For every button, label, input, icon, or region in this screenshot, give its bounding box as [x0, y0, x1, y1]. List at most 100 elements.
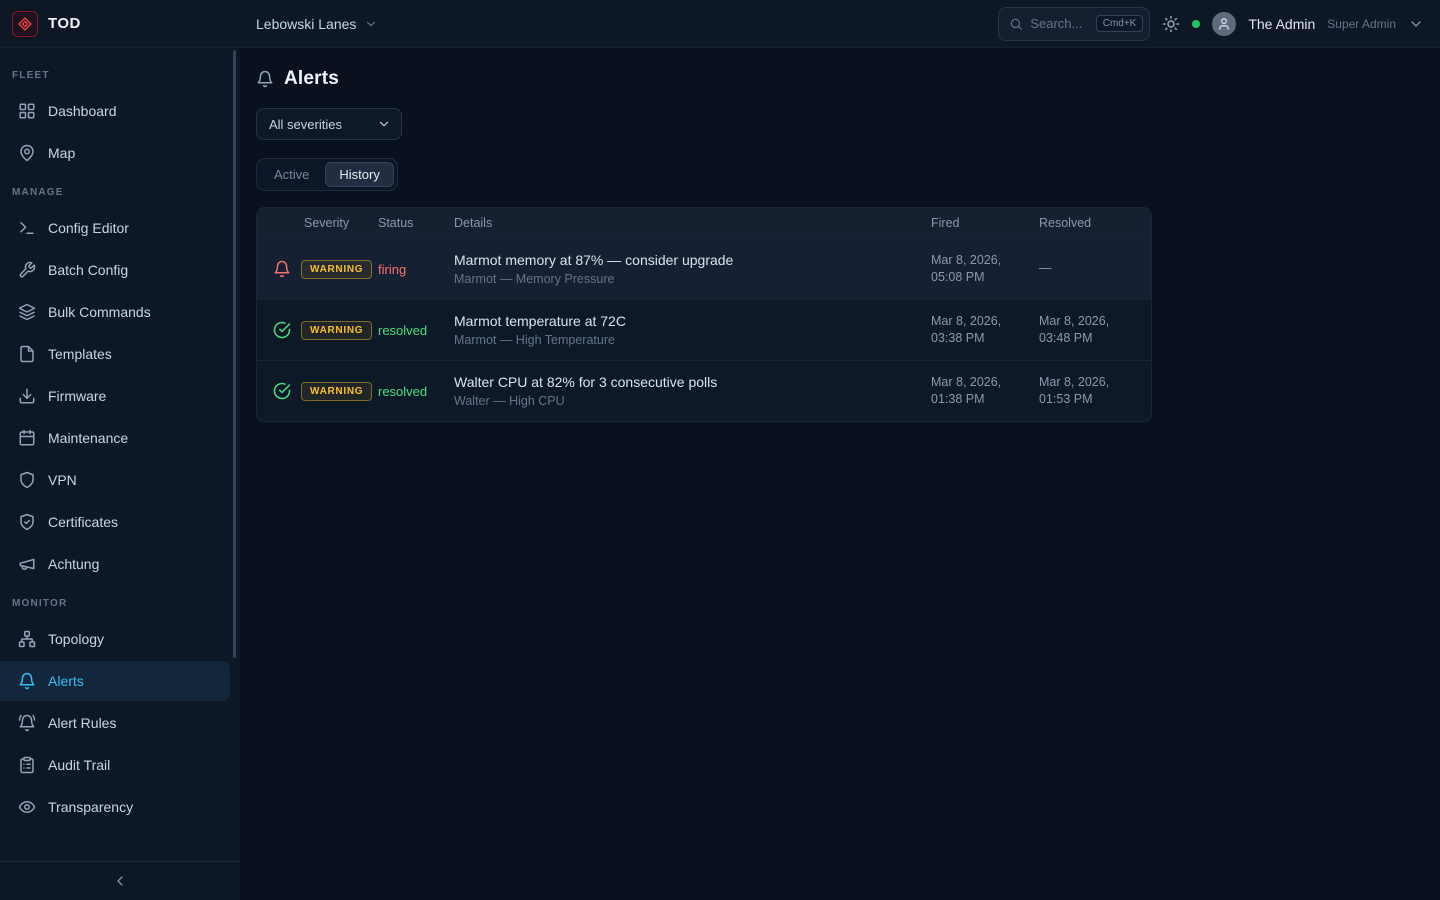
fired-time: Mar 8, 2026, 03:38 PM	[931, 300, 1039, 360]
brand-name: TOD	[48, 15, 81, 32]
chevron-left-icon	[112, 873, 128, 889]
topbar: TOD Lebowski Lanes Cmd+K The Admin Super	[0, 0, 1440, 48]
sidebar-item-label: Alerts	[48, 673, 84, 689]
sidebar-item-label: Maintenance	[48, 430, 128, 446]
sidebar-item-alert-rules[interactable]: Alert Rules	[0, 703, 230, 743]
grid-icon	[18, 102, 36, 120]
alert-title: Walter CPU at 82% for 3 consecutive poll…	[454, 374, 717, 390]
sidebar-item-label: Dashboard	[48, 103, 117, 119]
alert-subtitle: Walter — High CPU	[454, 394, 565, 408]
search-input[interactable]	[1030, 16, 1088, 31]
severity-badge: WARNING	[301, 382, 372, 401]
section-label-fleet: FLEET	[0, 58, 240, 89]
sidebar-scrollbar[interactable]	[233, 50, 236, 658]
column-header-severity: Severity	[257, 208, 378, 238]
severity-badge: WARNING	[301, 260, 372, 279]
details-cell: Walter CPU at 82% for 3 consecutive poll…	[454, 361, 931, 421]
check-circle-icon	[273, 382, 291, 400]
sidebar-item-label: Achtung	[48, 556, 99, 572]
sidebar-item-topology[interactable]: Topology	[0, 619, 230, 659]
sidebar-item-achtung[interactable]: Achtung	[0, 544, 230, 584]
sidebar-item-maintenance[interactable]: Maintenance	[0, 418, 230, 458]
column-header-fired: Fired	[931, 208, 1039, 238]
org-selector[interactable]: Lebowski Lanes	[256, 16, 378, 32]
sidebar-item-dashboard[interactable]: Dashboard	[0, 91, 230, 131]
sidebar-item-batch-config[interactable]: Batch Config	[0, 250, 230, 290]
sidebar-item-label: Certificates	[48, 514, 118, 530]
sidebar-collapse-button[interactable]	[0, 861, 240, 900]
bell-icon	[18, 672, 36, 690]
alert-subtitle: Marmot — Memory Pressure	[454, 272, 614, 286]
table-row[interactable]: WARNING resolved Marmot temperature at 7…	[257, 299, 1151, 360]
tab-active[interactable]: Active	[260, 162, 323, 187]
eye-icon	[18, 798, 36, 816]
resolved-time: Mar 8, 2026, 03:48 PM	[1039, 300, 1151, 360]
chevron-down-icon[interactable]	[1408, 16, 1424, 32]
theme-toggle-button[interactable]	[1162, 15, 1180, 33]
alerts-table-body: WARNING firing Marmot memory at 87% — co…	[257, 238, 1151, 421]
bell-alert-icon	[273, 260, 291, 278]
status-text: resolved	[378, 300, 454, 360]
status-text: firing	[378, 239, 454, 299]
sidebar-item-firmware[interactable]: Firmware	[0, 376, 230, 416]
table-header-row: Severity Status Details Fired Resolved	[257, 208, 1151, 238]
severity-badge: WARNING	[301, 321, 372, 340]
section-label-monitor: MONITOR	[0, 586, 240, 617]
sidebar-item-alerts[interactable]: Alerts	[0, 661, 230, 701]
fired-time: Mar 8, 2026, 01:38 PM	[931, 361, 1039, 421]
search-shortcut-badge: Cmd+K	[1096, 15, 1144, 32]
alert-title: Marmot memory at 87% — consider upgrade	[454, 252, 733, 268]
alerts-tabs: Active History	[256, 158, 398, 191]
severity-filter-select[interactable]: All severities	[256, 108, 402, 140]
layers-icon	[18, 303, 36, 321]
network-icon	[18, 630, 36, 648]
sidebar-item-map[interactable]: Map	[0, 133, 230, 173]
brand: TOD	[0, 11, 240, 37]
shield-icon	[18, 471, 36, 489]
sidebar-item-transparency[interactable]: Transparency	[0, 787, 230, 827]
terminal-icon	[18, 219, 36, 237]
table-row[interactable]: WARNING resolved Walter CPU at 82% for 3…	[257, 360, 1151, 421]
sidebar-item-bulk-commands[interactable]: Bulk Commands	[0, 292, 230, 332]
alerts-table: Severity Status Details Fired Resolved	[256, 207, 1152, 422]
bell-ring-icon	[18, 714, 36, 732]
sidebar-item-label: Topology	[48, 631, 104, 647]
sidebar-item-label: Transparency	[48, 799, 133, 815]
sidebar-item-label: Firmware	[48, 388, 106, 404]
user-role-badge: Super Admin	[1327, 17, 1396, 31]
chevron-down-icon	[377, 117, 391, 131]
sidebar-item-vpn[interactable]: VPN	[0, 460, 230, 500]
sidebar-item-certificates[interactable]: Certificates	[0, 502, 230, 542]
severity-filter-value: All severities	[269, 117, 342, 132]
sidebar-item-label: Alert Rules	[48, 715, 116, 731]
search-box[interactable]: Cmd+K	[998, 7, 1150, 41]
status-text: resolved	[378, 361, 454, 421]
column-header-details: Details	[454, 208, 931, 238]
check-circle-icon	[273, 321, 291, 339]
column-header-status: Status	[378, 208, 454, 238]
alert-subtitle: Marmot — High Temperature	[454, 333, 615, 347]
severity-cell: WARNING	[257, 300, 378, 360]
column-header-resolved: Resolved	[1039, 208, 1151, 238]
tab-history[interactable]: History	[325, 162, 393, 187]
online-status-dot	[1192, 20, 1200, 28]
avatar[interactable]	[1212, 12, 1236, 36]
sidebar-item-label: Bulk Commands	[48, 304, 151, 320]
shield-check-icon	[18, 513, 36, 531]
map-pin-icon	[18, 144, 36, 162]
sidebar-item-templates[interactable]: Templates	[0, 334, 230, 374]
sidebar-item-label: Templates	[48, 346, 112, 362]
sidebar-item-config-editor[interactable]: Config Editor	[0, 208, 230, 248]
sidebar: FLEET Dashboard Map MANAGE Config Editor…	[0, 48, 240, 900]
search-icon	[1009, 17, 1023, 31]
user-name: The Admin	[1248, 16, 1315, 32]
table-row[interactable]: WARNING firing Marmot memory at 87% — co…	[257, 238, 1151, 299]
sidebar-item-audit-trail[interactable]: Audit Trail	[0, 745, 230, 785]
sidebar-item-label: Map	[48, 145, 75, 161]
bell-icon	[256, 70, 274, 88]
file-icon	[18, 345, 36, 363]
wrench-icon	[18, 261, 36, 279]
clipboard-icon	[18, 756, 36, 774]
page-header: Alerts	[256, 68, 1424, 90]
chevron-down-icon	[364, 17, 378, 31]
